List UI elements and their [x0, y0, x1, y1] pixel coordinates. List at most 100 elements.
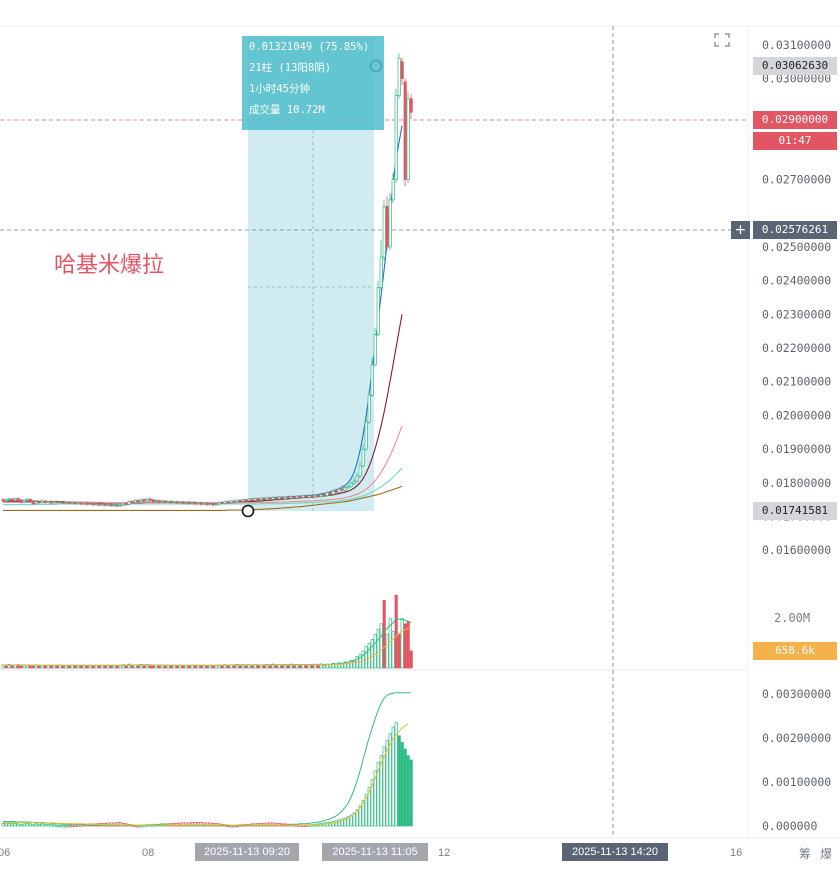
indicator-tick-label: 0.000000 [762, 819, 817, 833]
indicator-bar [43, 823, 47, 827]
candle [259, 497, 263, 501]
candle [94, 503, 98, 506]
candle [10, 498, 14, 501]
candle [4, 499, 8, 502]
candle [283, 496, 287, 499]
candle [256, 498, 260, 501]
tooltip-bars: 21柱 (13阳8阴) [249, 62, 332, 74]
candle [109, 504, 113, 507]
chart-svg: 0.031000000.030000000.028000000.02700000… [0, 0, 840, 875]
indicator-bar [394, 722, 398, 827]
liquidation-button[interactable]: 爆 [820, 845, 832, 862]
candle [394, 95, 398, 180]
candle [178, 501, 182, 504]
candle [34, 501, 38, 505]
volume-bar [382, 600, 386, 669]
candle [148, 498, 152, 501]
candle [196, 502, 200, 505]
candle [295, 495, 299, 499]
candle [61, 501, 65, 504]
candle [250, 498, 254, 501]
countdown-label: 01:47 [753, 132, 837, 150]
candle [379, 256, 383, 288]
candle [364, 421, 368, 450]
indicator-bar [67, 825, 71, 828]
candle [262, 497, 266, 500]
candle [367, 394, 371, 423]
candle [22, 500, 26, 503]
price-tick-label: 0.01800000 [762, 476, 831, 490]
candle [121, 502, 125, 506]
volume-bar [280, 664, 284, 669]
candle [67, 501, 71, 504]
volume-bar [292, 664, 296, 669]
price-tick-label: 0.01600000 [762, 543, 831, 557]
candle [163, 500, 167, 503]
candle [226, 501, 230, 504]
candle [214, 503, 218, 506]
volume-bar [364, 646, 368, 669]
price-tick-label: 0.01900000 [762, 442, 831, 456]
candle [124, 502, 128, 505]
candle [340, 488, 344, 491]
volume-bar [322, 665, 326, 669]
candle [151, 499, 155, 502]
candle [397, 57, 401, 96]
indicator-bar [70, 824, 74, 827]
range-high-label: 0.03062630 [753, 57, 837, 75]
volume-bar [94, 665, 98, 669]
indicator-bar [385, 739, 389, 827]
indicator-bar [16, 823, 20, 827]
last-price-label: 0.02900000 [753, 111, 837, 129]
candle [241, 499, 245, 502]
volume-bar [10, 665, 14, 669]
candle [310, 495, 314, 498]
candle [16, 498, 20, 501]
volume-bar [55, 665, 59, 669]
candle [82, 502, 86, 505]
candle [88, 503, 92, 506]
chip-distribution-button[interactable]: 筹 [799, 845, 811, 862]
fullscreen-icon[interactable] [714, 33, 730, 47]
candle [409, 98, 413, 113]
candle [142, 499, 146, 502]
volume-bar [286, 665, 290, 669]
candle [13, 498, 17, 501]
indicator-bar [397, 735, 401, 827]
candle [19, 499, 23, 503]
candle [160, 500, 164, 503]
candle [301, 495, 305, 498]
indicator-bar [22, 823, 26, 827]
indicator-bar [409, 759, 413, 827]
volume-scale-label: 2.00M [774, 611, 811, 625]
candle [103, 503, 107, 506]
tooltip-duration: 1小时45分钟 [249, 83, 310, 95]
indicator-tick-label: 0.00200000 [762, 731, 831, 745]
volume-bar [385, 633, 389, 669]
candle [376, 287, 380, 335]
candle [193, 502, 197, 505]
candle [130, 500, 134, 503]
candle [265, 497, 269, 500]
price-tick-label: 0.02200000 [762, 341, 831, 355]
candle [37, 501, 41, 504]
range-start-marker [241, 504, 255, 518]
indicator-bar [61, 825, 65, 828]
indicator-bar [28, 823, 32, 827]
volume-bar [196, 665, 200, 669]
price-tick-label: 0.02300000 [762, 307, 831, 321]
volume-bar [397, 633, 401, 669]
indicator-bar [388, 733, 392, 827]
time-tick-label: 06 [0, 847, 10, 859]
candle [346, 485, 350, 488]
indicator-tick-label: 0.00100000 [762, 775, 831, 789]
price-tick-label: 0.02500000 [762, 240, 831, 254]
candle [58, 501, 62, 504]
crosshair-plus-icon[interactable]: + [731, 221, 750, 239]
candle [316, 494, 320, 497]
volume-bar [19, 665, 23, 669]
candle [343, 487, 347, 491]
indicator-bar [4, 823, 8, 827]
time-tick-label: 12 [438, 847, 450, 859]
indicator-bar [337, 819, 341, 827]
